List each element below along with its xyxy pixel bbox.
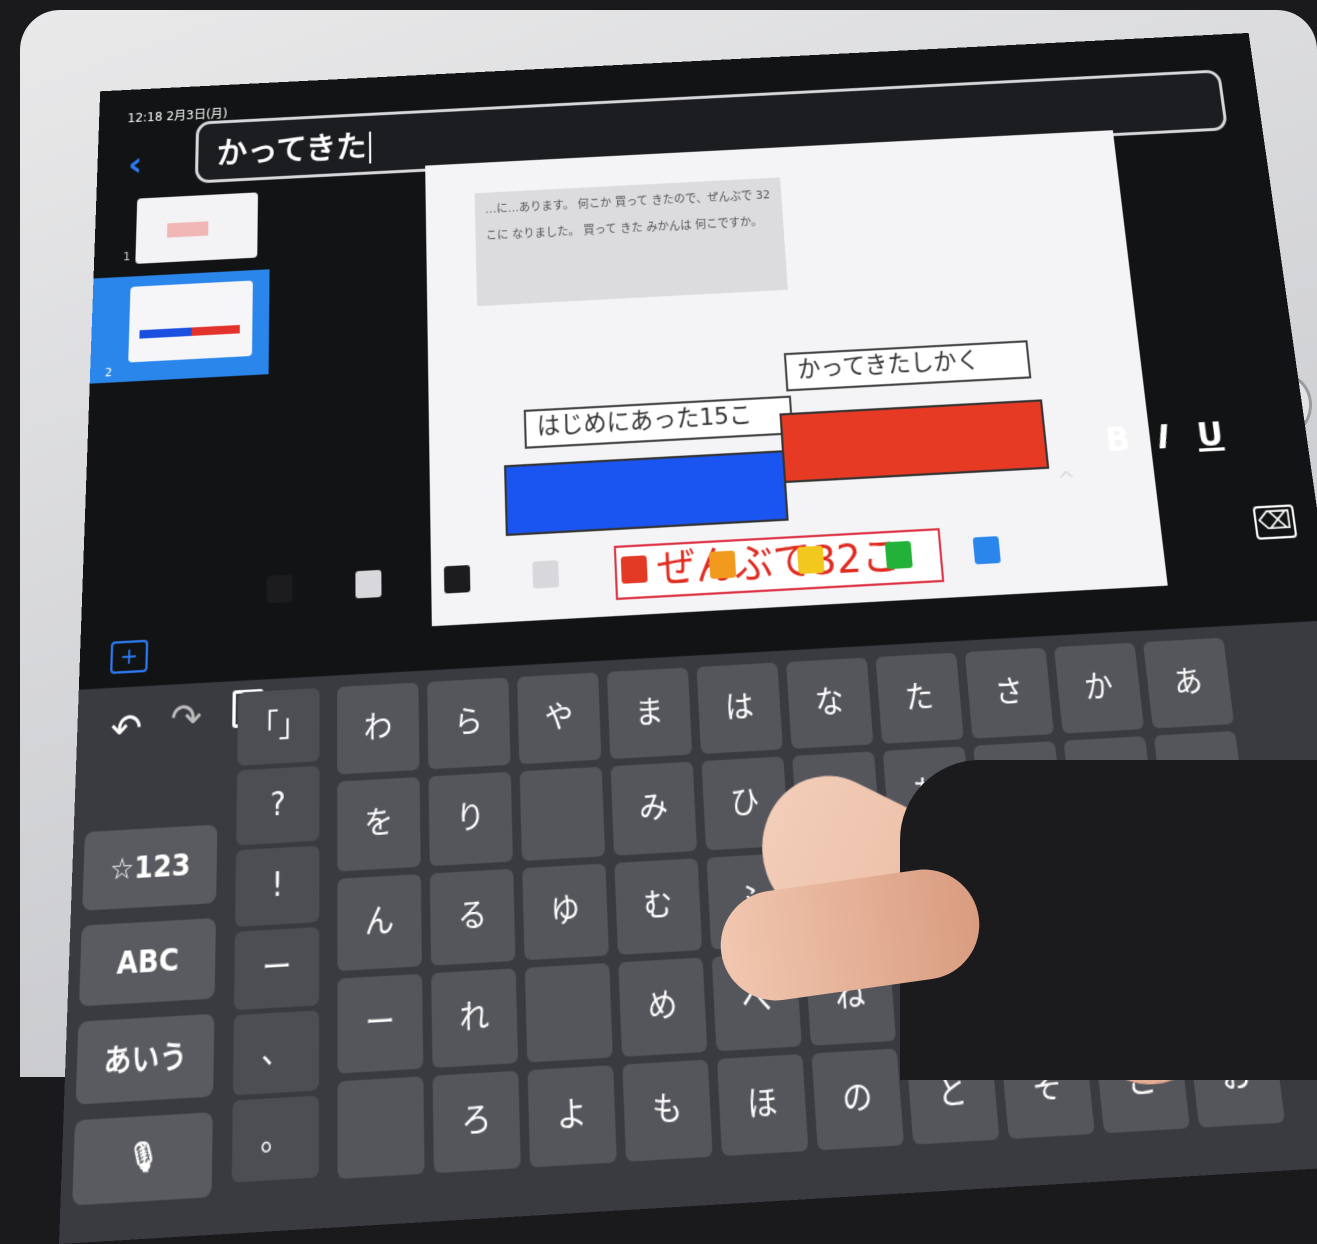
kana-key[interactable]: や (517, 672, 602, 765)
punctuation-key[interactable]: 。 (231, 1095, 319, 1183)
kana-key[interactable]: な (786, 657, 874, 749)
undo-icon[interactable]: ↶ (110, 705, 143, 754)
punctuation-key[interactable]: 、 (232, 1010, 320, 1096)
kana-key[interactable] (524, 962, 613, 1063)
kana-key[interactable]: わ (337, 682, 420, 775)
kana-key[interactable]: ん (337, 874, 422, 972)
thumbnail-mark (166, 221, 209, 238)
punctuation-key[interactable]: ! (235, 845, 320, 927)
redo-icon[interactable]: ↷ (170, 695, 202, 744)
kana-key[interactable] (519, 766, 606, 861)
delete-backward-icon[interactable]: ⌫ (1252, 504, 1298, 540)
kana-key[interactable]: る (429, 868, 516, 966)
color-swatch[interactable] (620, 555, 648, 584)
page-thumbnail-1[interactable] (135, 192, 258, 264)
start-amount-label[interactable]: はじめにあった15こ (523, 395, 794, 449)
kana-key[interactable]: ら (427, 677, 511, 770)
kana-key[interactable]: あ (1142, 637, 1235, 729)
kana-key[interactable]: は (696, 662, 783, 754)
kana-key[interactable]: さ (964, 647, 1055, 739)
color-swatch[interactable] (266, 574, 293, 604)
title-input-value: かってきた (216, 128, 367, 172)
thumbnail-red-bar (191, 324, 240, 336)
color-swatch[interactable] (972, 536, 1001, 565)
italic-button[interactable]: I (1155, 419, 1171, 458)
kana-key[interactable]: む (614, 858, 703, 955)
punctuation-key[interactable]: ー (234, 926, 320, 1011)
kana-key[interactable]: ろ (432, 1070, 521, 1174)
color-swatch[interactable] (708, 550, 737, 579)
red-tape-bar[interactable] (779, 399, 1050, 484)
abc-key[interactable]: ABC (78, 917, 216, 1007)
underline-button[interactable]: U (1195, 416, 1226, 455)
add-page-icon[interactable]: + (110, 639, 149, 675)
color-swatch[interactable] (532, 560, 560, 589)
kana-key[interactable]: を (337, 777, 421, 872)
page-number-2: 2 (104, 365, 113, 380)
mic-icon[interactable]: 🎙 (72, 1112, 213, 1206)
kana-key[interactable] (337, 1076, 425, 1179)
bought-amount-label[interactable]: かってきたしかく (783, 340, 1032, 392)
kana-key[interactable]: れ (431, 968, 519, 1069)
kana-key[interactable]: み (610, 761, 698, 856)
kana-key[interactable]: か (1053, 642, 1145, 734)
kana-key[interactable]: た (875, 652, 964, 744)
color-swatch[interactable] (796, 545, 825, 575)
punctuation-key[interactable]: 「」 (237, 688, 320, 766)
bold-button[interactable]: B (1104, 421, 1133, 460)
status-time: 12:18 (127, 109, 163, 126)
kana-key[interactable]: の (811, 1048, 905, 1151)
chevron-up-icon[interactable]: ^ (1056, 467, 1079, 496)
kana-key[interactable]: あいう (75, 1013, 215, 1105)
color-swatch[interactable] (443, 564, 471, 594)
kana-key[interactable]: り (428, 771, 513, 867)
kana-key[interactable]: め (618, 957, 708, 1057)
thumbnail-blue-bar (139, 327, 192, 339)
kana-key[interactable]: ほ (716, 1054, 809, 1157)
color-swatch[interactable] (884, 540, 913, 570)
kana-key[interactable]: ま (606, 667, 693, 760)
numbers-key[interactable]: ☆123 (82, 824, 218, 911)
page-number-1: 1 (122, 249, 131, 264)
page-thumbnail-2 (128, 280, 253, 363)
punctuation-key[interactable]: ? (236, 765, 320, 846)
kana-key[interactable]: ゆ (522, 863, 609, 961)
kana-key[interactable]: も (622, 1059, 713, 1162)
color-swatch[interactable] (355, 569, 382, 599)
kana-key[interactable]: ー (337, 973, 424, 1074)
format-tools: B I U (1104, 415, 1243, 460)
text-caret (368, 131, 371, 164)
back-chevron-icon[interactable]: ‹ (127, 144, 142, 185)
problem-text: …に…あります。 何こか 買って きたので、ぜんぶで 32こに なりました。 買… (474, 177, 788, 307)
kana-key[interactable]: よ (527, 1065, 617, 1168)
blue-tape-bar[interactable] (504, 450, 789, 537)
page-thumbnail-2-selected[interactable] (89, 269, 270, 384)
